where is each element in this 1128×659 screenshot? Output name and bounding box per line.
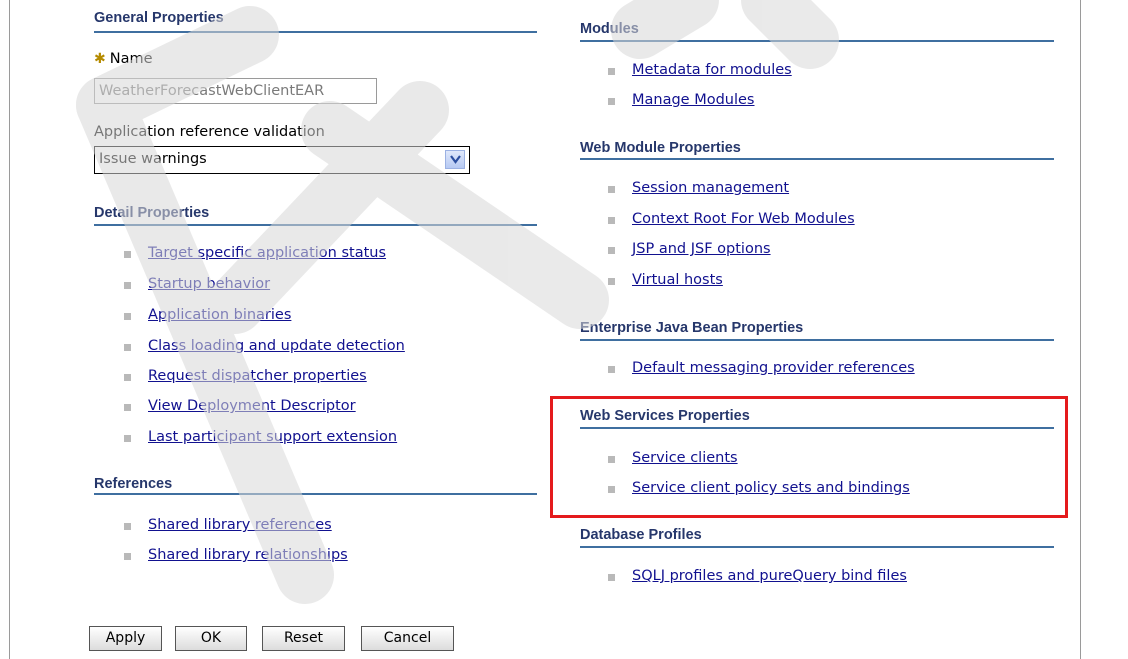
- references-rule: [94, 493, 537, 495]
- web-module-properties-title: Web Module Properties: [580, 140, 741, 156]
- general-properties-rule: [94, 31, 537, 33]
- link-manage-modules[interactable]: Manage Modules: [632, 92, 755, 108]
- bullet-icon: [608, 486, 615, 493]
- ejb-properties-title: Enterprise Java Bean Properties: [580, 320, 804, 336]
- application-reference-validation-select[interactable]: Issue warnings: [94, 146, 470, 174]
- name-label: ✱ Name: [94, 51, 153, 67]
- link-context-root[interactable]: Context Root For Web Modules: [632, 211, 855, 227]
- link-last-participant-support[interactable]: Last participant support extension: [148, 429, 397, 445]
- reset-button[interactable]: Reset: [262, 626, 345, 651]
- references-title: References: [94, 476, 173, 492]
- link-session-management[interactable]: Session management: [632, 180, 789, 196]
- application-reference-validation-label: Application reference validation: [94, 124, 325, 140]
- bullet-icon: [124, 282, 131, 289]
- name-label-text: Name: [109, 51, 153, 67]
- bullet-icon: [608, 217, 615, 224]
- link-shared-library-references[interactable]: Shared library references: [148, 517, 332, 533]
- link-request-dispatcher-properties[interactable]: Request dispatcher properties: [148, 368, 367, 384]
- link-default-messaging-provider[interactable]: Default messaging provider references: [632, 360, 915, 376]
- link-startup-behavior[interactable]: Startup behavior: [148, 276, 270, 292]
- bullet-icon: [124, 553, 131, 560]
- name-field[interactable]: [94, 78, 377, 104]
- bullet-icon: [124, 374, 131, 381]
- required-star-icon: ✱: [94, 51, 106, 67]
- bullet-icon: [608, 278, 615, 285]
- bullet-icon: [608, 98, 615, 105]
- link-class-loading[interactable]: Class loading and update detection: [148, 338, 405, 354]
- bullet-icon: [608, 186, 615, 193]
- ok-button[interactable]: OK: [175, 626, 247, 651]
- bullet-icon: [124, 435, 131, 442]
- bullet-icon: [608, 247, 615, 254]
- link-service-clients[interactable]: Service clients: [632, 450, 738, 466]
- web-services-properties-rule: [580, 427, 1054, 429]
- bullet-icon: [124, 404, 131, 411]
- link-virtual-hosts[interactable]: Virtual hosts: [632, 272, 723, 288]
- link-metadata-for-modules[interactable]: Metadata for modules: [632, 62, 792, 78]
- detail-properties-title: Detail Properties: [94, 205, 210, 221]
- detail-properties-rule: [94, 224, 537, 226]
- ejb-properties-rule: [580, 339, 1054, 341]
- chevron-down-icon[interactable]: [445, 150, 465, 169]
- bullet-icon: [608, 68, 615, 75]
- bullet-icon: [124, 344, 131, 351]
- bullet-icon: [124, 313, 131, 320]
- general-properties-title: General Properties: [94, 10, 224, 26]
- link-service-client-policy-sets[interactable]: Service client policy sets and bindings: [632, 480, 910, 496]
- modules-title: Modules: [580, 21, 639, 37]
- web-module-properties-rule: [580, 158, 1054, 160]
- bullet-icon: [608, 574, 615, 581]
- database-profiles-title: Database Profiles: [580, 527, 702, 543]
- modules-rule: [580, 40, 1054, 42]
- database-profiles-rule: [580, 546, 1054, 548]
- web-services-properties-title: Web Services Properties: [580, 408, 750, 424]
- bullet-icon: [124, 251, 131, 258]
- bullet-icon: [124, 523, 131, 530]
- link-shared-library-relationships[interactable]: Shared library relationships: [148, 547, 348, 563]
- link-sqlj-profiles[interactable]: SQLJ profiles and pureQuery bind files: [632, 568, 907, 584]
- frame-right-border: [1080, 0, 1081, 659]
- bullet-icon: [608, 456, 615, 463]
- cancel-button[interactable]: Cancel: [361, 626, 454, 651]
- link-application-binaries[interactable]: Application binaries: [148, 307, 291, 323]
- apply-button[interactable]: Apply: [89, 626, 162, 651]
- select-value: Issue warnings: [99, 151, 207, 167]
- frame-left-border: [9, 0, 10, 659]
- link-view-deployment-descriptor[interactable]: View Deployment Descriptor: [148, 398, 356, 414]
- bullet-icon: [608, 366, 615, 373]
- link-target-specific-application-status[interactable]: Target specific application status: [148, 245, 386, 261]
- link-jsp-jsf-options[interactable]: JSP and JSF options: [632, 241, 771, 257]
